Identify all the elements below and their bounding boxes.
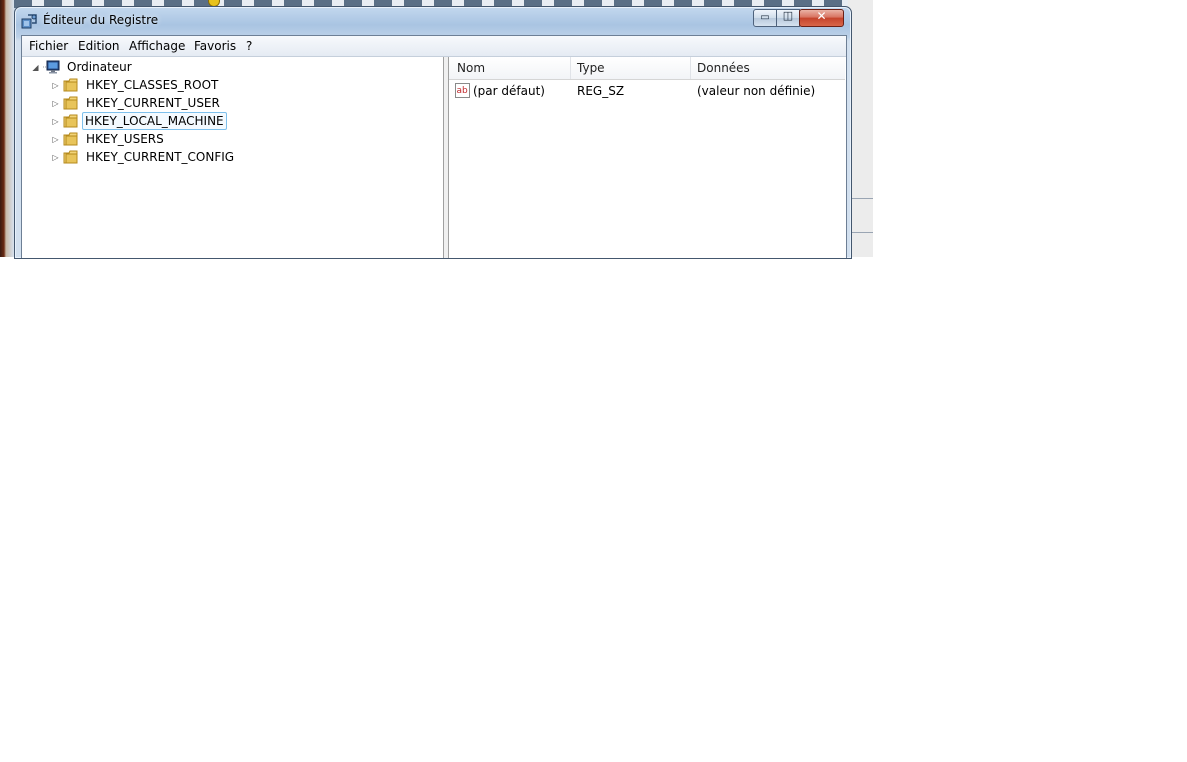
expand-arrow-icon[interactable]: ▷	[51, 81, 60, 90]
expand-arrow-icon[interactable]: ▷	[51, 153, 60, 162]
menu-fichier[interactable]: Fichier	[29, 39, 68, 53]
menu-bar: Fichier Edition Affichage Favoris ?	[22, 36, 846, 57]
tree-item-label-selected: HKEY_LOCAL_MACHINE	[82, 112, 227, 130]
column-header-donnees[interactable]: Données	[697, 61, 750, 75]
background-window-edge	[0, 0, 14, 257]
folder-icon	[63, 150, 78, 164]
value-name: (par défaut)	[473, 84, 545, 98]
menu-edition[interactable]: Edition	[78, 39, 120, 53]
maximize-button[interactable]: ◫	[776, 9, 800, 27]
folder-icon	[63, 114, 78, 128]
maximize-icon: ◫	[782, 9, 794, 22]
minimize-icon: ▭	[760, 12, 770, 23]
value-type: REG_SZ	[577, 84, 625, 98]
tree-item-hkey-local-machine[interactable]: ▷ HKEY_LOCAL_MACHINE	[23, 112, 423, 131]
folder-icon	[63, 132, 78, 146]
column-divider[interactable]	[690, 57, 691, 79]
expand-arrow-icon[interactable]: ▷	[51, 117, 60, 126]
column-divider[interactable]	[570, 57, 571, 79]
expand-arrow-icon[interactable]: ▷	[51, 99, 60, 108]
column-header-type[interactable]: Type	[577, 61, 605, 75]
registry-editor-icon	[21, 14, 37, 29]
tree-item-label: HKEY_CURRENT_CONFIG	[86, 150, 235, 164]
title-bar[interactable]: Éditeur du Registre ▭ ◫ ✕	[15, 7, 851, 35]
tree-item-label: HKEY_USERS	[86, 132, 164, 146]
registry-editor-window: Éditeur du Registre ▭ ◫ ✕ Fichier Editio…	[14, 6, 852, 259]
tree-item-hkey-classes-root[interactable]: ▷ HKEY_CLASSES_ROOT	[23, 77, 423, 95]
values-list-pane[interactable]: Nom Type Données ab (par défaut) REG_SZ …	[449, 57, 845, 258]
tree-item-label: HKEY_CURRENT_USER	[86, 96, 220, 110]
svg-text:ab: ab	[457, 86, 469, 96]
collapse-arrow-icon[interactable]: ◢	[31, 63, 40, 72]
close-button[interactable]: ✕	[799, 9, 844, 27]
tree-item-hkey-users[interactable]: ▷ HKEY_USERS	[23, 131, 423, 149]
menu-favoris[interactable]: Favoris	[194, 39, 236, 53]
tree-item-label: HKEY_CLASSES_ROOT	[86, 78, 219, 92]
tree-root-row[interactable]: ◢ Ordinateur	[23, 59, 423, 77]
close-icon: ✕	[816, 9, 827, 23]
tree-item-hkey-current-user[interactable]: ▷ HKEY_CURRENT_USER	[23, 95, 423, 113]
folder-icon	[63, 78, 78, 92]
client-area: Fichier Edition Affichage Favoris ? ◢ Or…	[21, 35, 847, 258]
tree-item-hkey-current-config[interactable]: ▷ HKEY_CURRENT_CONFIG	[23, 149, 423, 167]
menu-help[interactable]: ?	[246, 39, 252, 53]
column-header-nom[interactable]: Nom	[457, 61, 485, 75]
window-title: Éditeur du Registre	[43, 13, 159, 27]
computer-icon	[43, 60, 60, 74]
tree-root-label: Ordinateur	[67, 60, 132, 74]
list-header: Nom Type Données	[449, 57, 845, 80]
minimize-button[interactable]: ▭	[753, 9, 777, 27]
folder-icon	[63, 96, 78, 110]
expand-arrow-icon[interactable]: ▷	[51, 135, 60, 144]
value-data: (valeur non définie)	[697, 84, 816, 98]
menu-affichage[interactable]: Affichage	[129, 39, 185, 53]
key-tree-pane[interactable]: ◢ Ordinateur ▷ HKEY_CLASSES_ROOT ▷ HKEY_…	[23, 57, 444, 258]
string-value-icon: ab	[455, 83, 470, 98]
